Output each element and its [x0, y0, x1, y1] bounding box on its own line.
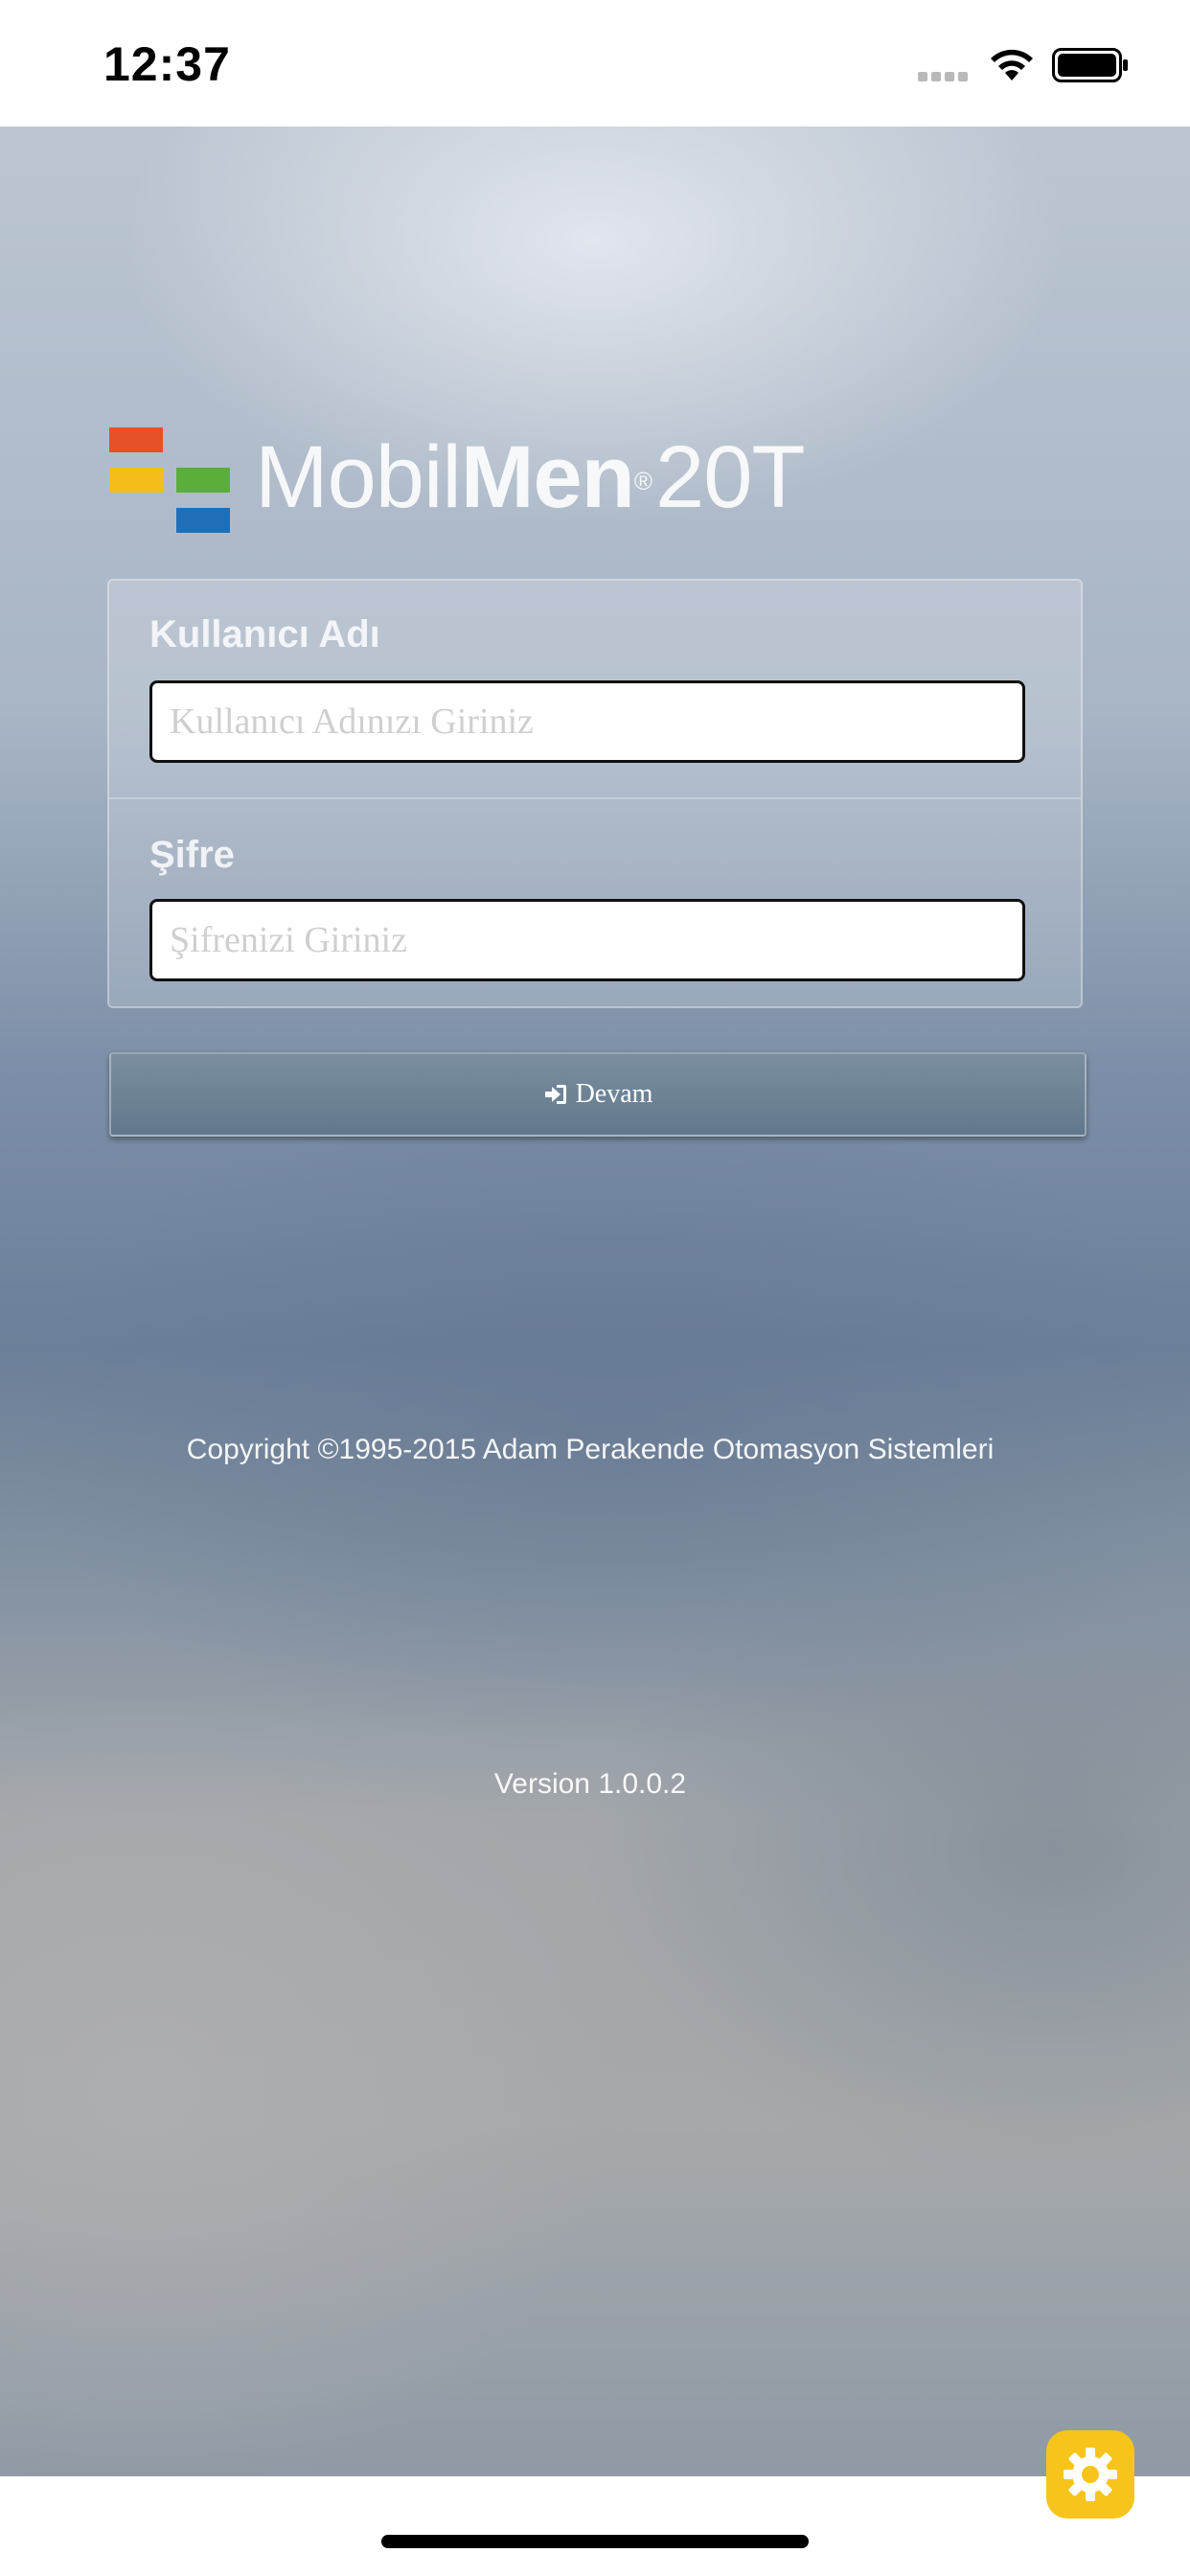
- copyright-text: Copyright ©1995-2015 Adam Perakende Otom…: [186, 1434, 995, 1465]
- status-bar: 12:37: [0, 0, 1190, 126]
- version-text: Version 1.0.0.2: [493, 1768, 687, 1800]
- password-input[interactable]: [149, 899, 1025, 981]
- settings-button[interactable]: [1046, 2430, 1134, 2518]
- continue-button[interactable]: Devam: [109, 1052, 1087, 1137]
- continue-label: Devam: [575, 1079, 653, 1109]
- home-indicator[interactable]: [381, 2535, 809, 2548]
- username-label: Kullanıcı Adı: [149, 613, 380, 656]
- gear-icon: [1064, 2448, 1117, 2501]
- logo-text-suffix: 20T: [655, 428, 806, 526]
- battery-icon: [1052, 48, 1128, 82]
- logo-wordmark: MobilMen®20T: [255, 428, 806, 526]
- cellular-signal-icon: [918, 69, 972, 86]
- logo-text-bold: Men: [460, 428, 635, 526]
- logo-mark-icon: [109, 427, 232, 535]
- logo-registered-mark: ®: [633, 467, 652, 495]
- password-row: Şifre: [109, 799, 1081, 1008]
- wifi-icon: [991, 49, 1033, 80]
- status-time: 12:37: [103, 37, 231, 91]
- username-input[interactable]: [149, 680, 1025, 763]
- mobilmen-logo: MobilMen®20T: [109, 427, 837, 542]
- username-row: Kullanıcı Adı: [109, 581, 1081, 799]
- login-form: Kullanıcı Adı Şifre: [107, 579, 1083, 1008]
- password-label: Şifre: [149, 834, 235, 876]
- logo-text-light: Mobil: [255, 428, 462, 526]
- sign-in-icon: [544, 1085, 566, 1104]
